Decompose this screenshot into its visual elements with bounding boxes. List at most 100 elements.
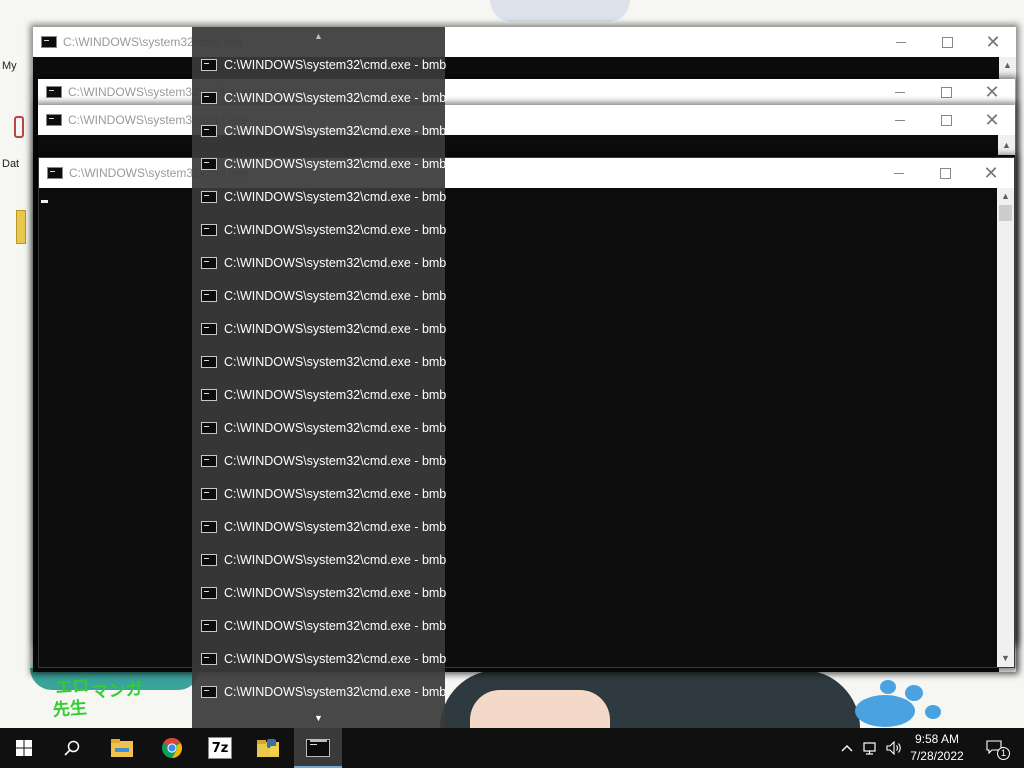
wallpaper-hair-shape [490, 0, 630, 22]
window-list-item[interactable]: C:\WINDOWS\system32\cmd.exe - bmb [192, 180, 447, 213]
window-list-item[interactable]: C:\WINDOWS\system32\cmd.exe - bmb [192, 477, 447, 510]
chrome-icon [162, 738, 182, 758]
desktop-icon-label-dat[interactable]: Dat [2, 158, 19, 170]
window-titlebar[interactable]: C:\WINDOWS\system32\cmd.exe ✕ [38, 79, 1015, 105]
scrollbar-thumb[interactable] [999, 205, 1012, 221]
python-folder-button[interactable] [245, 728, 293, 768]
cmd-icon [201, 190, 217, 203]
window-list-item-label: C:\WINDOWS\system32\cmd.exe - bmb [224, 57, 447, 72]
close-button[interactable]: ✕ [968, 158, 1014, 188]
taskbar-window-list[interactable]: ▲ C:\WINDOWS\system32\cmd.exe - bmb C:\WI… [192, 27, 447, 728]
cmd-icon [201, 322, 217, 335]
window-list-item[interactable]: C:\WINDOWS\system32\cmd.exe - bmb [192, 246, 447, 279]
maximize-button[interactable] [923, 79, 969, 105]
window-list-item-label: C:\WINDOWS\system32\cmd.exe - bmb [224, 156, 447, 171]
cmd-icon [41, 36, 57, 48]
desktop-icon-label-my[interactable]: My [2, 60, 17, 72]
action-center-button[interactable]: 1 [980, 728, 1010, 768]
cmd-icon [201, 652, 217, 665]
minimize-button[interactable] [877, 105, 923, 135]
window-list-item-label: C:\WINDOWS\system32\cmd.exe - bmb [224, 354, 447, 369]
minimize-button[interactable] [878, 27, 924, 57]
maximize-button[interactable] [924, 27, 970, 57]
window-list-item[interactable]: C:\WINDOWS\system32\cmd.exe - bmb [192, 114, 446, 147]
window-list-item[interactable]: C:\WINDOWS\system32\cmd.exe - bmb [192, 543, 446, 576]
cmd-icon [201, 487, 217, 500]
window-list-item[interactable]: C:\WINDOWS\system32\cmd.exe - bmb [192, 147, 447, 180]
window-list-item-label: C:\WINDOWS\system32\cmd.exe - bmb [224, 255, 447, 270]
window-titlebar[interactable]: C:\WINDOWS\system32\cmd.exe ✕ [39, 158, 1014, 188]
cmd-window-4[interactable]: C:\WINDOWS\system32\cmd.exe ✕ ▲ ▼ [38, 157, 1015, 668]
text-cursor [41, 200, 48, 203]
cmd-icon [201, 223, 217, 236]
cmd-icon [201, 256, 217, 269]
network-icon [863, 742, 876, 755]
window-list-item[interactable]: C:\WINDOWS\system32\cmd.exe - bmb [192, 48, 447, 81]
cmd-taskbar-button[interactable] [294, 728, 342, 768]
clock[interactable]: 9:58 AM 7/28/2022 [902, 731, 972, 765]
scroll-down-arrow-icon[interactable]: ▼ [997, 650, 1014, 667]
close-button[interactable]: ✕ [970, 27, 1016, 57]
window-list-item[interactable]: C:\WINDOWS\system32\cmd.exe - bmb [192, 444, 447, 477]
wallpaper-skin-shape [470, 690, 610, 728]
start-button[interactable] [0, 728, 48, 768]
window-list-item[interactable]: C:\WINDOWS\system32\cmd.exe - bmb [192, 576, 446, 609]
vertical-scrollbar[interactable]: ▲ ▼ [997, 188, 1014, 667]
maximize-button[interactable] [923, 105, 969, 135]
scroll-up-arrow-icon[interactable]: ▲ [999, 57, 1016, 74]
window-list-item-label: C:\WINDOWS\system32\cmd.exe - bmb [224, 519, 447, 534]
window-list-item[interactable]: C:\WINDOWS\system32\cmd.exe - bmb [192, 213, 446, 246]
cmd-icon [201, 619, 217, 632]
window-list-item[interactable]: C:\WINDOWS\system32\cmd.exe - bmb [192, 609, 446, 642]
cmd-icon [201, 388, 217, 401]
cmd-icon [306, 739, 330, 757]
window-list-item-label: C:\WINDOWS\system32\cmd.exe - bmb [224, 684, 447, 699]
window-list-item[interactable]: C:\WINDOWS\system32\cmd.exe - bmb [192, 81, 446, 114]
scroll-up-arrow-icon[interactable]: ▲ [998, 137, 1015, 154]
wallpaper-blue-paw-2 [925, 705, 941, 719]
notification-count-badge: 1 [997, 747, 1010, 760]
window-list-item[interactable]: C:\WINDOWS\system32\cmd.exe - bmb [192, 642, 447, 675]
window-titlebar[interactable]: C:\WINDOWS\system32\cmd.exe ✕ [33, 27, 1016, 57]
window-list-item[interactable]: C:\WINDOWS\system32\cmd.exe - bmb [192, 411, 447, 444]
notification-icon: 1 [986, 740, 1010, 760]
chrome-button[interactable] [148, 728, 196, 768]
folder-icon[interactable] [16, 210, 26, 244]
python-folder-icon [257, 739, 279, 757]
recycle-bin-icon[interactable] [14, 116, 24, 138]
window-titlebar[interactable]: C:\WINDOWS\system32\cmd.exe ✕ [38, 105, 1015, 135]
window-list-item-label: C:\WINDOWS\system32\cmd.exe - bmb [224, 486, 447, 501]
window-list-item[interactable]: C:\WINDOWS\system32\cmd.exe - bmb [192, 312, 446, 345]
window-list-item-label: C:\WINDOWS\system32\cmd.exe - bmb [224, 651, 447, 666]
window-list-item-label: C:\WINDOWS\system32\cmd.exe - bmb [224, 420, 447, 435]
search-button[interactable] [48, 728, 96, 768]
close-button[interactable]: ✕ [969, 105, 1015, 135]
list-scroll-down-icon[interactable]: ▼ [192, 710, 445, 726]
maximize-button[interactable] [922, 158, 968, 188]
wallpaper-blue-paw-3 [880, 680, 896, 694]
minimize-button[interactable] [876, 158, 922, 188]
window-list-item[interactable]: C:\WINDOWS\system32\cmd.exe - bmb [192, 675, 447, 708]
7zip-button[interactable]: 7z [196, 728, 244, 768]
window-list-item[interactable]: C:\WINDOWS\system32\cmd.exe - bmb [192, 279, 446, 312]
cmd-icon [201, 454, 217, 467]
window-list-item[interactable]: C:\WINDOWS\system32\cmd.exe - bmb [192, 378, 446, 411]
list-scroll-up-icon[interactable]: ▲ [192, 29, 445, 43]
show-hidden-icons-button[interactable] [836, 728, 858, 768]
cmd-icon [201, 586, 217, 599]
window-list-item[interactable]: C:\WINDOWS\system32\cmd.exe - bmb [192, 510, 447, 543]
file-explorer-button[interactable] [98, 728, 146, 768]
minimize-button[interactable] [877, 79, 923, 105]
network-button[interactable] [860, 728, 882, 768]
clock-date: 7/28/2022 [910, 749, 964, 763]
vertical-scrollbar[interactable]: ▲ [998, 135, 1015, 155]
scroll-up-arrow-icon[interactable]: ▲ [997, 188, 1014, 205]
close-button[interactable]: ✕ [969, 79, 1015, 105]
window-list-item-label: C:\WINDOWS\system32\cmd.exe - bmb [224, 453, 447, 468]
window-list-item[interactable]: C:\WINDOWS\system32\cmd.exe - bmb [192, 345, 447, 378]
window-list-item-label: C:\WINDOWS\system32\cmd.exe - bmb [224, 189, 447, 204]
7zip-icon-text: 7z [211, 740, 229, 756]
windows-logo-icon [16, 740, 32, 756]
wallpaper-blue-paw-big [855, 695, 915, 727]
chevron-up-icon [841, 745, 853, 752]
